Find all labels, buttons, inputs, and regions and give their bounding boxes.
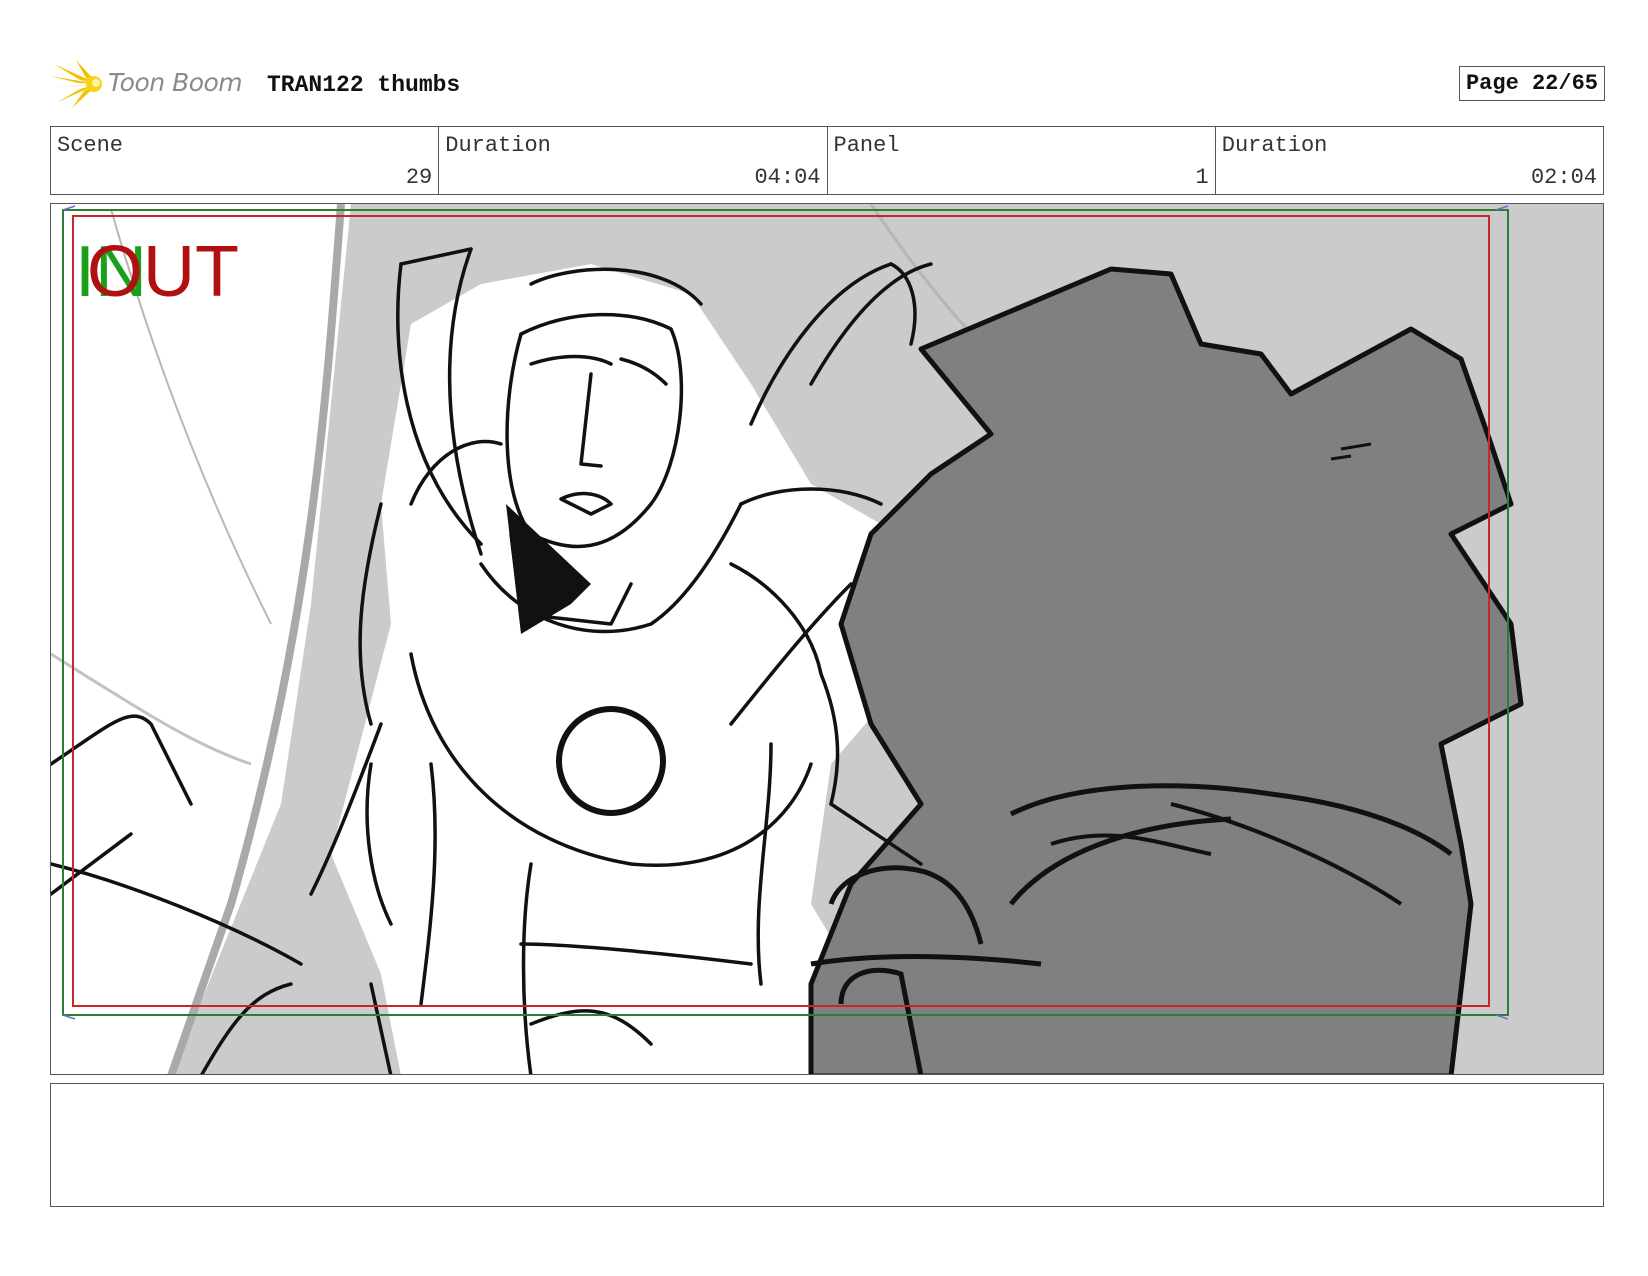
panel-notes-box[interactable] — [50, 1083, 1604, 1207]
scene-duration-cell: Duration 04:04 — [439, 127, 828, 194]
scene-cell: Scene 29 — [51, 127, 440, 194]
toon-boom-logo: Toon Boom — [50, 58, 250, 110]
scene-duration-label: Duration — [445, 133, 551, 158]
panel-duration-value: 02:04 — [1530, 165, 1597, 190]
panel-sketch: IN OUT — [51, 204, 1603, 1074]
page-header: Toon Boom TRAN122 thumbs Page 22/65 — [50, 58, 1605, 110]
panel-duration-cell: Duration 02:04 — [1216, 127, 1603, 194]
scene-duration-value: 04:04 — [754, 165, 821, 190]
starburst-icon — [50, 60, 102, 108]
panel-value: 1 — [1195, 165, 1209, 190]
document-title: TRAN122 thumbs — [267, 72, 461, 98]
panel-label: Panel — [833, 133, 900, 158]
scene-info-table: Scene 29 Duration 04:04 Panel 1 Duration… — [50, 126, 1604, 195]
panel-duration-label: Duration — [1221, 133, 1328, 158]
out-marker: OUT — [87, 232, 239, 312]
logo-text: Toon Boom — [108, 68, 243, 97]
scene-label: Scene — [57, 133, 124, 158]
page-indicator: Page 22/65 — [1458, 66, 1605, 101]
scene-value: 29 — [405, 165, 433, 190]
storyboard-panel: IN OUT — [50, 203, 1604, 1075]
panel-cell: Panel 1 — [828, 127, 1216, 194]
